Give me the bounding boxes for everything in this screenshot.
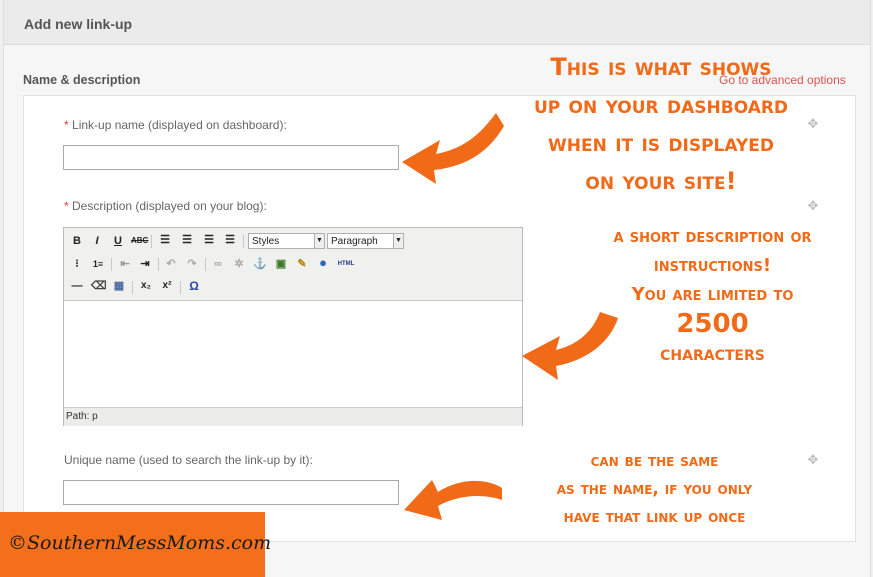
section-title: Name & description	[23, 73, 141, 87]
cleanup-icon[interactable]: ✎	[295, 257, 309, 271]
outdent-icon[interactable]: ⇤	[118, 257, 132, 271]
html-icon[interactable]: HTML	[334, 257, 358, 271]
redo-icon[interactable]: ↷	[185, 257, 199, 271]
linkup-name-label-text: Link-up name (displayed on dashboard):	[72, 118, 287, 132]
image-icon[interactable]: ▣	[274, 257, 288, 271]
chevron-down-icon: ▼	[314, 234, 324, 248]
move-icon[interactable]: ✥	[807, 453, 819, 466]
annotation-line: up on your dashboard	[533, 91, 789, 119]
annotation-line: a short description or	[613, 226, 812, 247]
toolbar-separator	[132, 281, 133, 294]
unique-name-input[interactable]	[63, 480, 399, 505]
styles-select[interactable]: Styles ▼	[248, 233, 325, 249]
unlink-icon[interactable]: ✲	[232, 257, 246, 271]
annotation-line: on your site!	[585, 167, 737, 195]
move-icon[interactable]: ✥	[807, 199, 819, 212]
editor-status-bar: Path: p	[64, 407, 522, 426]
unique-name-label: Unique name (used to search the link-up …	[64, 453, 313, 467]
align-right-icon[interactable]: ☰	[202, 233, 216, 247]
annotation-line: as the name, if you only	[556, 479, 753, 499]
page-title: Add new link-up	[24, 16, 133, 32]
editor-content-area[interactable]	[64, 301, 522, 407]
table-icon[interactable]: ▦	[112, 279, 126, 293]
toolbar-separator	[111, 258, 112, 271]
rich-text-editor: B I U ABC ☰ ☰ ☰ ☰ Styles ▼ Paragraph ▼ ⁝…	[63, 227, 523, 426]
format-select-value: Paragraph	[331, 236, 378, 247]
numbered-list-icon[interactable]: 1≡	[91, 257, 105, 271]
help-icon[interactable]: ●	[316, 256, 330, 270]
description-label: * Description (displayed on your blog):	[64, 199, 267, 213]
align-center-icon[interactable]: ☰	[180, 233, 194, 247]
annotation-line: when it is displayed	[548, 129, 774, 157]
linkup-name-label: * Link-up name (displayed on dashboard):	[64, 118, 287, 132]
align-justify-icon[interactable]: ☰	[223, 233, 237, 247]
italic-icon[interactable]: I	[90, 234, 104, 248]
format-select[interactable]: Paragraph ▼	[327, 233, 404, 249]
annotation-line: This is what shows	[550, 53, 772, 81]
indent-icon[interactable]: ⇥	[138, 257, 152, 271]
special-char-icon[interactable]: Ω	[187, 279, 201, 293]
description-label-text: Description (displayed on your blog):	[72, 199, 267, 213]
required-marker: *	[64, 199, 69, 213]
superscript-icon[interactable]: x²	[160, 279, 174, 293]
link-icon[interactable]: ∞	[211, 257, 225, 271]
eraser-icon[interactable]: ⌫	[91, 279, 107, 293]
annotation-line: You are limited to	[631, 284, 794, 305]
editor-toolbar: B I U ABC ☰ ☰ ☰ ☰ Styles ▼ Paragraph ▼ ⁝…	[64, 228, 522, 301]
align-left-icon[interactable]: ☰	[158, 233, 172, 247]
underline-icon[interactable]: U	[111, 234, 125, 248]
annotation-line: can be the same	[590, 451, 719, 471]
annotation-dashboard-note: This is what shows up on your dashboard …	[486, 48, 836, 200]
toolbar-separator	[205, 258, 206, 271]
bullet-list-icon[interactable]: ⁝	[70, 257, 84, 271]
bold-icon[interactable]: B	[70, 234, 84, 248]
toolbar-separator	[158, 258, 159, 271]
annotation-line: have that link up once	[563, 507, 746, 527]
toolbar-separator	[243, 235, 244, 248]
toolbar-separator	[180, 281, 181, 294]
annotation-unique-note: can be the same as the name, if you only…	[502, 447, 807, 531]
arrow-icon	[402, 113, 504, 184]
styles-select-value: Styles	[252, 236, 280, 247]
linkup-name-input[interactable]	[63, 145, 399, 170]
arrow-icon	[404, 480, 502, 520]
header-bar: Add new link-up	[4, 0, 870, 45]
anchor-icon[interactable]: ⚓	[253, 257, 267, 271]
undo-icon[interactable]: ↶	[164, 257, 178, 271]
required-marker: *	[64, 118, 69, 132]
strikethrough-icon[interactable]: ABC	[131, 234, 148, 248]
toolbar-separator	[151, 235, 152, 248]
subscript-icon[interactable]: x₂	[139, 279, 153, 293]
chevron-down-icon: ▼	[393, 234, 403, 248]
arrow-icon	[522, 312, 618, 380]
horizontal-rule-icon[interactable]: —	[70, 279, 84, 293]
watermark: ©SouthernMessMoms.com	[0, 512, 271, 577]
annotation-line: instructions!	[653, 255, 772, 276]
watermark-text: ©SouthernMessMoms.com	[8, 532, 272, 554]
